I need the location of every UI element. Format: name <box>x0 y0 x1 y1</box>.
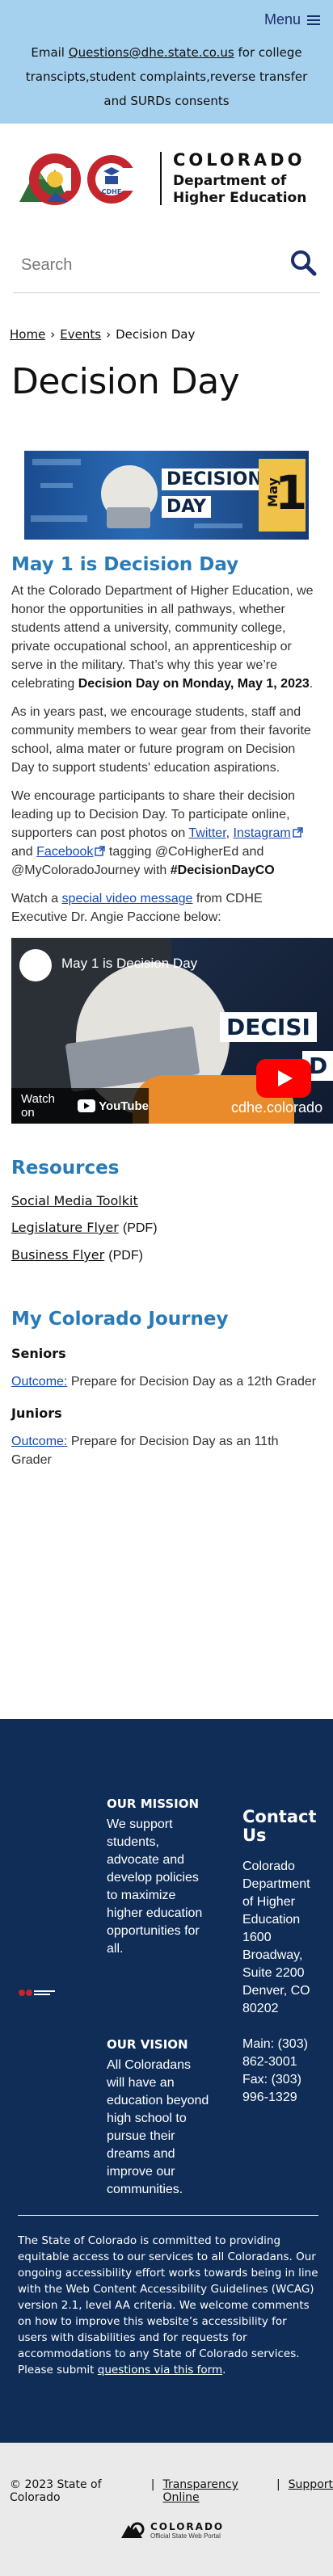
juniors-heading: Juniors <box>11 1406 62 1421</box>
menu-label: Menu <box>263 11 301 27</box>
colorado-portal-logo[interactable]: COLORADO Official State Web Portal <box>121 2520 224 2540</box>
video-title[interactable]: May 1 is Decision Day <box>61 956 197 972</box>
banner-email-link[interactable]: Questions@dhe.state.co.us <box>69 45 234 60</box>
footer-vision: OUR VISION All Coloradans will have an e… <box>107 2037 209 2196</box>
search-bar <box>13 233 320 293</box>
youtube-logo-icon: YouTube <box>78 1099 149 1113</box>
bottom-links: © 2023 State of Colorado | Transparency … <box>10 2478 333 2504</box>
social-media-toolkit-link[interactable]: Social Media Toolkit <box>11 1193 138 1208</box>
watch-on-youtube-button[interactable]: Watch on YouTube <box>11 1088 149 1124</box>
support-link[interactable]: Support <box>289 2478 333 2504</box>
juniors-outcome-link[interactable]: Outcome: <box>11 1435 67 1448</box>
instagram-link[interactable]: Instagram <box>234 826 303 840</box>
colorado-c-logo-icon <box>121 2522 145 2538</box>
seniors-outcome-link[interactable]: Outcome: <box>11 1375 67 1389</box>
resource-item: Business Flyer (PDF) <box>11 1247 143 1263</box>
play-button-icon[interactable] <box>256 1059 311 1098</box>
legislature-flyer-link[interactable]: Legislature Flyer <box>11 1220 119 1235</box>
site-logo[interactable]: CDHE COLORADO Department of Higher Educa… <box>0 124 333 233</box>
decision-day-banner-image: DECISION DAY May 1 <box>24 451 309 540</box>
top-banner: Menu Email Questions@dhe.state.co.us for… <box>0 0 333 124</box>
footer-mission: OUR MISSION We support students, advocat… <box>107 1796 203 1956</box>
footer-logo-icon[interactable] <box>18 1988 57 1998</box>
seniors-item: Outcome: Prepare for Decision Day as a 1… <box>11 1375 317 1389</box>
breadcrumb-events[interactable]: Events <box>60 327 101 342</box>
breadcrumb-current: Decision Day <box>116 327 196 342</box>
youtube-video-embed[interactable]: May 1 is Decision Day DECISI D cdhe.colo… <box>11 938 333 1124</box>
hamburger-icon <box>307 13 320 27</box>
footer-contact: Contact Us Colorado Department of Higher… <box>242 1808 323 2107</box>
section-heading-decision-day: May 1 is Decision Day <box>11 554 239 575</box>
juniors-item: Outcome: Prepare for Decision Day as an … <box>11 1435 279 1467</box>
breadcrumb-separator: › <box>106 327 112 342</box>
breadcrumb-home[interactable]: Home <box>10 327 45 342</box>
page: Menu Email Questions@dhe.state.co.us for… <box>0 0 333 2576</box>
gear-paragraph: As in years past, we encourage students,… <box>11 705 311 775</box>
facebook-link[interactable]: Facebook <box>36 845 106 859</box>
breadcrumb: Home › Events › Decision Day <box>0 327 333 342</box>
accessibility-form-link[interactable]: questions via this form <box>98 2364 222 2376</box>
social-paragraph: We encourage participants to share their… <box>0 787 333 880</box>
logo-divider <box>160 151 162 205</box>
channel-avatar[interactable] <box>19 949 52 981</box>
external-link-icon <box>292 827 303 838</box>
business-flyer-link[interactable]: Business Flyer <box>11 1247 104 1263</box>
search-icon[interactable] <box>289 249 317 276</box>
resources-heading: Resources <box>11 1158 120 1179</box>
seniors-heading: Seniors <box>11 1346 66 1361</box>
accessibility-statement: The State of Colorado is committed to pr… <box>18 2234 318 2376</box>
bottom-bar: © 2023 State of Colorado | Transparency … <box>0 2443 333 2576</box>
page-title: Decision Day <box>11 361 240 402</box>
resource-item: Social Media Toolkit <box>0 1193 333 1208</box>
twitter-link[interactable]: Twitter <box>188 826 226 840</box>
search-input[interactable] <box>21 249 263 281</box>
breadcrumb-separator: › <box>50 327 56 342</box>
journey-heading: My Colorado Journey <box>11 1309 229 1330</box>
footer-divider <box>18 2215 318 2216</box>
copyright: © 2023 State of Colorado <box>10 2478 102 2504</box>
menu-button[interactable]: Menu <box>264 11 320 28</box>
resource-item: Legislature Flyer (PDF) <box>11 1220 158 1235</box>
logo-text: COLORADO Department of Higher Education <box>173 149 307 206</box>
special-video-link[interactable]: special video message <box>62 892 193 906</box>
svg-text:CDHE: CDHE <box>102 188 122 195</box>
banner-message: Email Questions@dhe.state.co.us for coll… <box>25 45 308 108</box>
video-intro-paragraph: Watch a special video message from CDHE … <box>11 892 263 924</box>
external-link-icon <box>95 846 106 856</box>
transparency-online-link[interactable]: Transparency Online <box>162 2478 268 2504</box>
intro-paragraph: At the Colorado Department of Higher Edu… <box>11 584 314 691</box>
contact-main-phone[interactable]: Main: (303) 862-3001 <box>242 2036 323 2071</box>
contact-fax: Fax: (303) 996-1329 <box>242 2073 301 2104</box>
cdhe-logo-icon: CDHE <box>19 153 149 205</box>
site-footer: OUR MISSION We support students, advocat… <box>0 1719 333 2443</box>
